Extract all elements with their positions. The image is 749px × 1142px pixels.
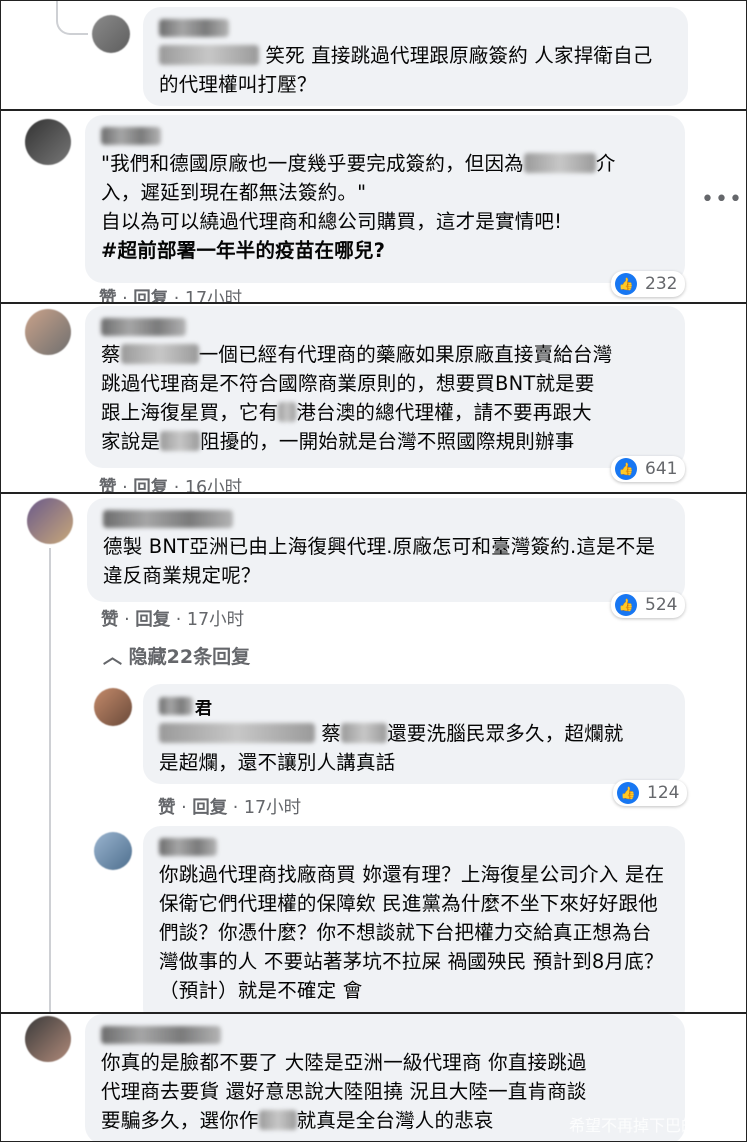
thread-line — [56, 1, 88, 35]
comment-panel-2: "我們和德國原廠也一度幾乎要完成簽約，但因為介 入，遲延到現在都無法簽約。" 自… — [0, 110, 747, 303]
timestamp[interactable]: 17小时 — [185, 289, 242, 302]
comment-bubble: 蔡一個已經有代理商的藥廠如果原廠直接賣給台灣 跳過代理商是不符合國際商業原則的，… — [85, 306, 685, 468]
reply-button[interactable]: 回复 — [192, 798, 227, 818]
avatar[interactable] — [94, 688, 132, 726]
like-button[interactable]: 赞 — [101, 610, 119, 630]
comment-panel-3: 蔡一個已經有代理商的藥廠如果原廠直接賣給台灣 跳過代理商是不符合國際商業原則的，… — [0, 303, 747, 493]
comment-panel-1: 笑死 直接跳過代理跟原廠簽約 人家捍衛自己的代理權叫打壓？ — [0, 0, 747, 110]
commenter-name[interactable] — [101, 318, 186, 336]
avatar[interactable] — [92, 15, 130, 53]
reaction-count[interactable]: 👍 232 — [611, 271, 686, 297]
comment-text: 蔡還要洗腦民眾多久，超爛就 是超爛，還不讓別人講真話 — [159, 722, 624, 774]
hide-replies-button[interactable]: ︿ 隐藏22条回复 — [103, 642, 250, 669]
reply-bubble: 君 蔡還要洗腦民眾多久，超爛就 是超爛，還不讓別人講真話 — [143, 684, 685, 784]
commenter-name[interactable] — [101, 127, 161, 145]
thumbs-up-icon: 👍 — [615, 594, 637, 616]
reaction-count[interactable]: 👍 641 — [611, 456, 686, 482]
comment-actions: 赞 · 回复 · 17小时 — [99, 285, 242, 302]
chevron-up-icon: ︿ — [103, 646, 123, 668]
like-button[interactable]: 赞 — [158, 798, 176, 818]
comment-text: 蔡一個已經有代理商的藥廠如果原廠直接賣給台灣 跳過代理商是不符合國際商業原則的，… — [101, 343, 613, 453]
thumbs-up-icon: 👍 — [617, 782, 639, 804]
like-button[interactable]: 赞 — [99, 478, 117, 492]
reply-button[interactable]: 回复 — [133, 478, 168, 492]
commenter-name[interactable] — [159, 19, 229, 37]
thread-line — [49, 548, 51, 1012]
commenter-name-row: 君 — [159, 694, 669, 719]
comment-actions: 赞 · 回复 · 17小时 — [158, 798, 302, 818]
thumbs-up-icon: 👍 — [615, 273, 637, 295]
timestamp[interactable]: 17小时 — [187, 610, 244, 630]
like-button[interactable]: 赞 — [99, 289, 117, 302]
comment-actions: 赞 · 回复 · 16小时 — [99, 474, 242, 492]
watermark-text: 希望不再掉下巴的 — [569, 1116, 698, 1135]
avatar[interactable] — [25, 309, 71, 355]
commenter-name[interactable] — [101, 1026, 221, 1044]
commenter-name[interactable] — [159, 696, 193, 715]
commenter-name[interactable] — [159, 838, 217, 856]
comment-bubble: 笑死 直接跳過代理跟原廠簽約 人家捍衛自己的代理權叫打壓？ — [143, 7, 688, 106]
avatar[interactable] — [25, 119, 71, 165]
comment-text: "我們和德國原廠也一度幾乎要完成簽約，但因為介 入，遲延到現在都無法簽約。" 自… — [101, 152, 616, 262]
comment-bubble: 德製 BNT亞洲已由上海復興代理.原廠怎可和臺灣簽約.這是不是違反商業規定呢？ — [87, 498, 685, 602]
reaction-count[interactable]: 👍 524 — [611, 592, 686, 618]
reaction-count[interactable]: 👍 124 — [613, 780, 688, 806]
avatar[interactable] — [27, 498, 73, 544]
comment-actions: 赞 · 回复 · 17小时 — [101, 610, 245, 630]
avatar[interactable] — [25, 1016, 71, 1062]
comment-panel-5: 你真的是臉都不要了 大陸是亞洲一級代理商 你直接跳過 代理商去要貨 還好意思說大… — [0, 1013, 747, 1142]
timestamp[interactable]: 17小时 — [244, 798, 301, 818]
avatar[interactable] — [94, 832, 132, 870]
reply-button[interactable]: 回复 — [133, 289, 168, 302]
comment-text: 你跳過代理商找廠商買 妳還有理？上海復星公司介入 是在保衛它們代理權的保障欸 民… — [159, 863, 665, 1002]
timestamp[interactable]: 16小时 — [185, 478, 242, 492]
reply-bubble: 你跳過代理商找廠商買 妳還有理？上海復星公司介入 是在保衛它們代理權的保障欸 民… — [143, 826, 685, 1012]
comment-text: 德製 BNT亞洲已由上海復興代理.原廠怎可和臺灣簽約.這是不是違反商業規定呢？ — [103, 535, 656, 587]
thumbs-up-icon: 👍 — [615, 458, 637, 480]
comment-text: 笑死 直接跳過代理跟原廠簽約 人家捍衛自己的代理權叫打壓？ — [159, 44, 653, 96]
comment-panel-4: 德製 BNT亞洲已由上海復興代理.原廠怎可和臺灣簽約.這是不是違反商業規定呢？ … — [0, 493, 747, 1013]
more-options-icon[interactable]: ••• — [701, 187, 743, 212]
commenter-name[interactable] — [103, 510, 233, 528]
reply-button[interactable]: 回复 — [135, 610, 170, 630]
comment-bubble: "我們和德國原廠也一度幾乎要完成簽約，但因為介 入，遲延到現在都無法簽約。" 自… — [85, 115, 685, 283]
